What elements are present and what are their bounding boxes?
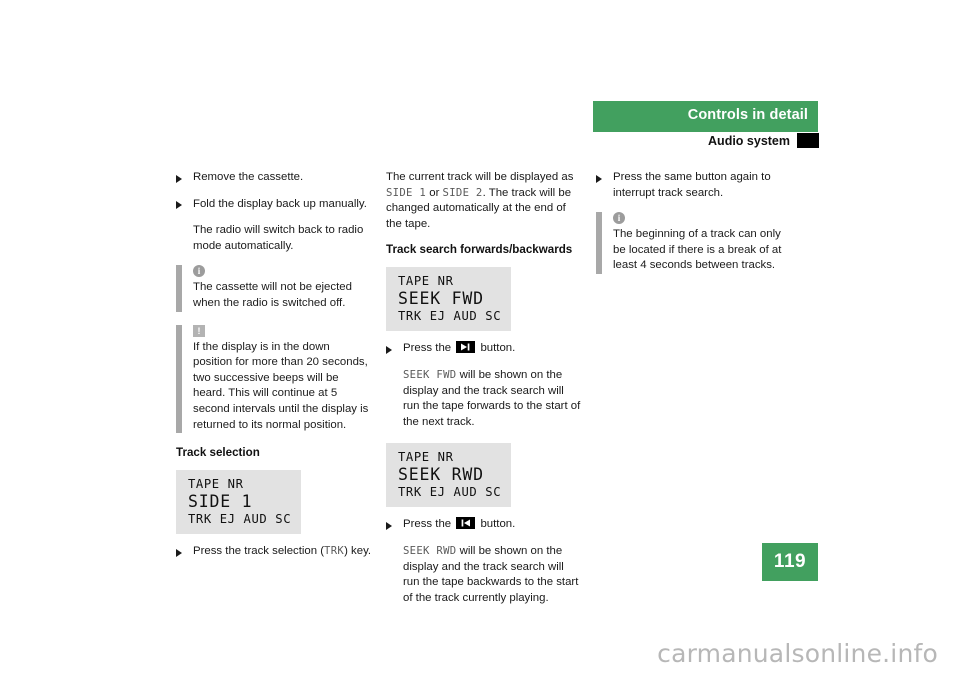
lcd-line-2: SIDE 1 <box>188 492 253 512</box>
section-heading-track-selection: Track selection <box>176 446 260 460</box>
inline-mono-seek-rwd: SEEK RWD <box>403 544 457 557</box>
inline-mono-trk: TRK <box>324 545 345 558</box>
list-item: Remove the cassette. <box>176 170 372 186</box>
page-title: Controls in detail <box>687 107 808 123</box>
rwd-body-paragraph: SEEK RWD will be shown on the display an… <box>386 544 582 606</box>
note-rail <box>596 212 602 274</box>
bullet-triangle-icon <box>386 345 392 354</box>
lcd-display-seek-fwd: TAPE NR SEEK FWD TRK EJ AUD SC <box>386 267 512 332</box>
intro-part-2: or <box>426 186 443 199</box>
list-item-label-pre: Press the track selection ( <box>193 545 325 558</box>
lcd-line-2: SEEK RWD <box>398 465 484 485</box>
lcd-line-1: TAPE NR <box>398 274 454 289</box>
inline-mono-seek-fwd: SEEK FWD <box>403 368 457 381</box>
note-rail <box>176 265 182 312</box>
lcd-line-3: TRK EJ AUD SC <box>398 485 502 500</box>
list-item-label: Fold the display back up manually. <box>193 197 367 210</box>
header-subtitle: Audio system <box>708 134 790 148</box>
warning-icon: ! <box>193 324 205 337</box>
list-item-press-fwd: Press the button. <box>386 341 582 357</box>
bullet-triangle-icon <box>596 174 602 183</box>
bullet-triangle-icon <box>176 201 182 210</box>
fwd-body-paragraph: SEEK FWD will be shown on the display an… <box>386 368 582 430</box>
info-icon: i <box>613 212 625 225</box>
list-item-label-pre: Press the <box>403 518 455 531</box>
watermark: carmanualsonline.info <box>657 639 938 668</box>
list-item-press-trk: Press the track selection (TRK) key. <box>176 544 372 560</box>
bullet-triangle-icon <box>176 174 182 183</box>
section-heading-track-search: Track search forwards/backwards <box>386 243 573 257</box>
bullet-triangle-icon <box>386 521 392 530</box>
note-info-track-start: i The beginning of a track can only be l… <box>596 212 792 274</box>
skip-forward-icon[interactable] <box>456 341 476 354</box>
right-column: Press the same button again to interrupt… <box>596 170 792 287</box>
list-item: Fold the display back up manually. <box>176 197 372 213</box>
list-item-label: Remove the cassette. <box>193 171 304 183</box>
inline-mono-side1: SIDE 1 <box>386 186 427 199</box>
intro-part-1: The current track will be displayed as <box>386 171 574 183</box>
note-text: The beginning of a track can only be loc… <box>613 228 782 272</box>
inline-mono-side2: SIDE 2 <box>442 186 483 199</box>
header-band: Controls in detail <box>593 101 818 132</box>
lcd-line-3: TRK EJ AUD SC <box>188 512 292 527</box>
lcd-line-3: TRK EJ AUD SC <box>398 309 502 324</box>
note-text: The cassette will not be ejected when th… <box>193 281 352 309</box>
skip-backward-icon[interactable] <box>456 517 476 530</box>
list-item-label-post: button. <box>477 518 516 531</box>
list-item-press-rwd: Press the button. <box>386 517 582 533</box>
note-info-cassette: i The cassette will not be ejected when … <box>176 265 372 312</box>
list-item-interrupt-search: Press the same button again to interrupt… <box>596 170 792 201</box>
bullet-triangle-icon <box>176 548 182 557</box>
list-item-label-pre: Press the <box>403 342 455 355</box>
note-text: If the display is in the down position f… <box>193 340 369 431</box>
lcd-display-side1: TAPE NR SIDE 1 TRK EJ AUD SC <box>176 470 302 535</box>
lcd-line-1: TAPE NR <box>188 477 244 492</box>
left-column: Remove the cassette. Fold the display ba… <box>176 170 372 571</box>
lcd-display-seek-rwd: TAPE NR SEEK RWD TRK EJ AUD SC <box>386 443 512 508</box>
list-item-label-post: ) key. <box>344 545 372 558</box>
middle-column: The current track will be displayed as S… <box>386 170 582 617</box>
list-item-label: Press the same button again to interrupt… <box>613 171 771 199</box>
chapter-tab-marker <box>797 133 819 148</box>
note-warning-display: ! If the display is in the down position… <box>176 324 372 434</box>
left-indent-paragraph: The radio will switch back to radio mode… <box>193 224 364 252</box>
page-number: 119 <box>762 543 818 581</box>
middle-intro-paragraph: The current track will be displayed as S… <box>386 170 582 232</box>
lcd-line-2: SEEK FWD <box>398 289 484 309</box>
list-item-label-post: button. <box>477 342 516 355</box>
lcd-line-1: TAPE NR <box>398 450 454 465</box>
note-rail <box>176 324 182 434</box>
info-icon: i <box>193 265 205 278</box>
